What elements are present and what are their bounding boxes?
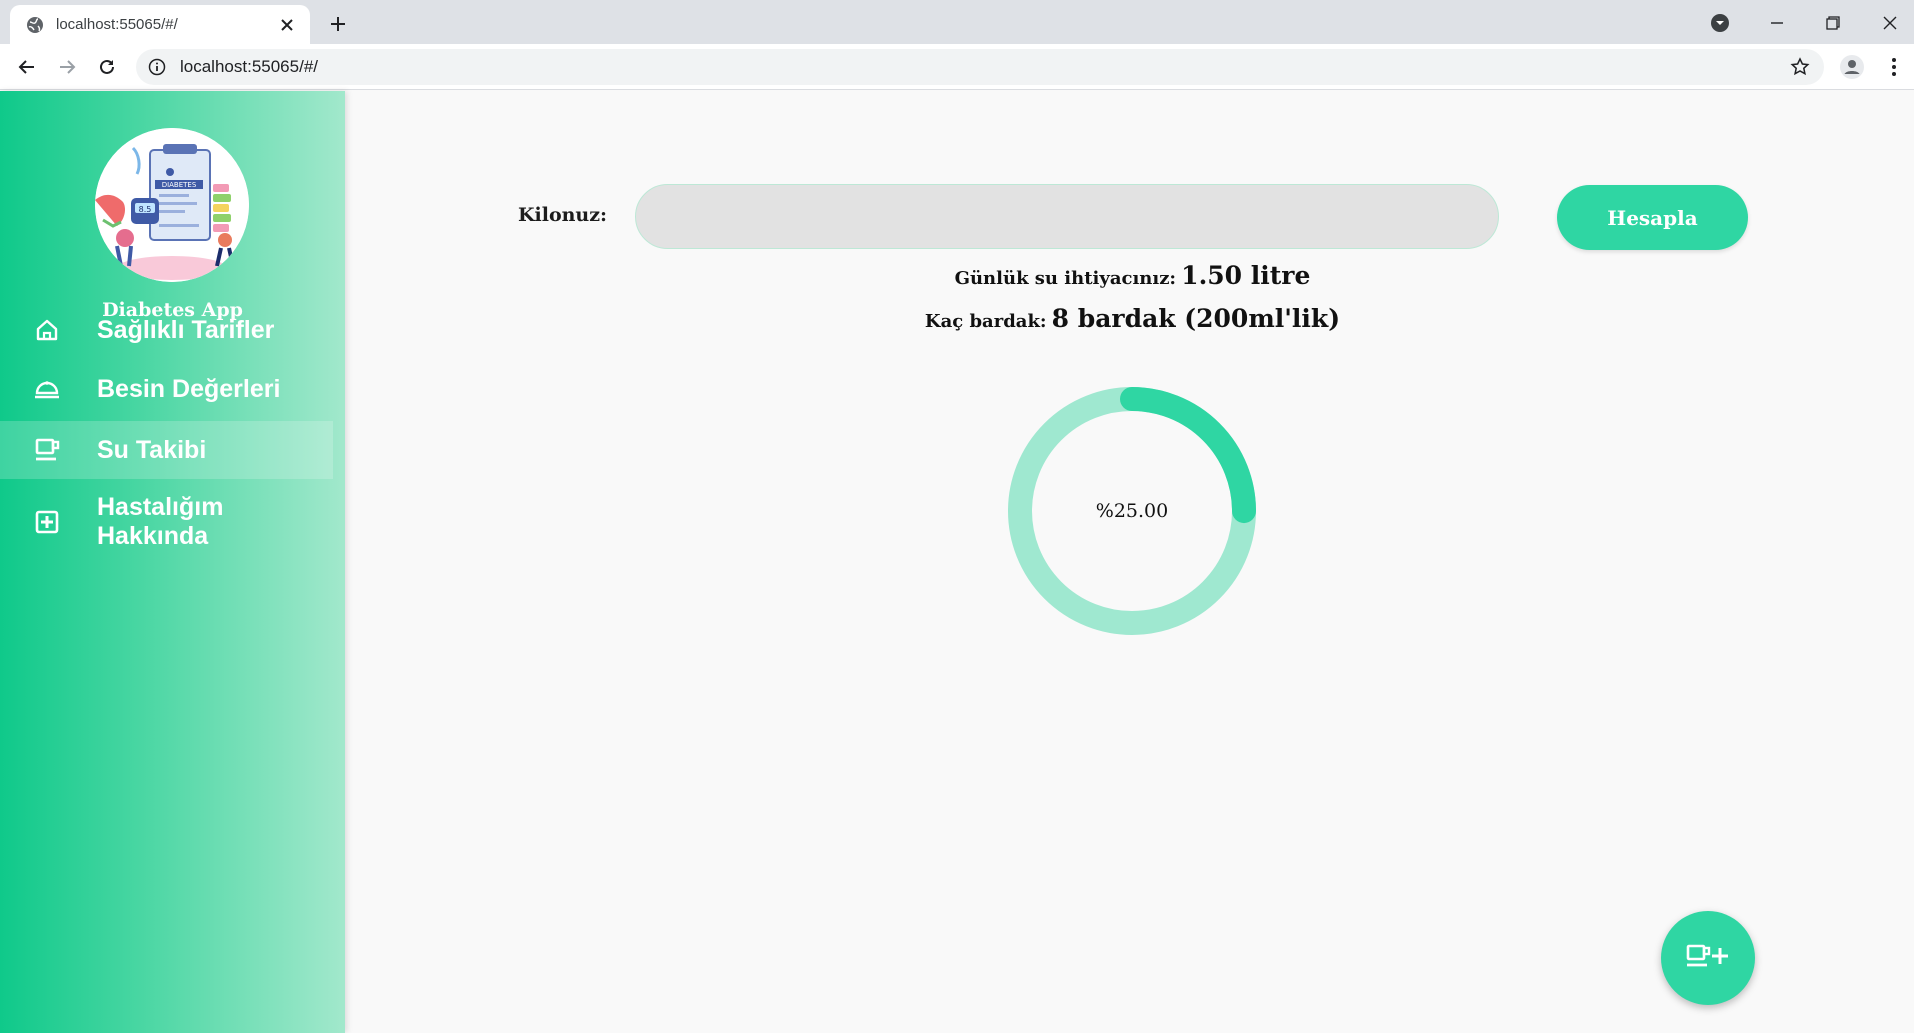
sidebar-item-nutrition-values[interactable]: Besin Değerleri — [0, 360, 333, 418]
back-arrow-icon[interactable] — [13, 53, 41, 81]
info-icon[interactable] — [148, 58, 166, 76]
medical-plus-icon — [34, 509, 60, 535]
more-menu-icon[interactable] — [1880, 53, 1908, 81]
globe-icon — [26, 16, 44, 34]
profile-icon[interactable] — [1838, 53, 1866, 81]
new-tab-icon[interactable] — [326, 12, 350, 36]
reload-icon[interactable] — [93, 53, 121, 81]
window-close-icon[interactable] — [1877, 10, 1903, 36]
svg-text:8.5: 8.5 — [139, 205, 152, 214]
food-tray-icon — [34, 376, 60, 402]
sidebar-item-about-my-disease[interactable]: Hastalığım Hakkında — [0, 482, 333, 562]
sidebar-item-label: Besin Değerleri — [97, 374, 281, 403]
restore-icon[interactable] — [1820, 10, 1846, 36]
progress-percent: %25.00 — [1095, 500, 1169, 522]
daily-water-need: Günlük su ihtiyacınız: 1.50 litre — [345, 261, 1914, 290]
forward-arrow-icon[interactable] — [53, 53, 81, 81]
bookmark-star-icon[interactable] — [1788, 55, 1812, 79]
app-root: DIABETES 8.5 Diabetes App Sağlıklı Tarif… — [0, 91, 1914, 1033]
minimize-icon[interactable] — [1764, 10, 1790, 36]
weight-label: Kilonuz: — [518, 204, 608, 226]
sidebar-item-label: Hastalığım Hakkında — [97, 493, 224, 550]
sidebar-item-healthy-recipes[interactable]: Sağlıklı Tarifler — [0, 301, 333, 359]
daily-water-value: 1.50 litre — [1181, 261, 1311, 290]
sidebar-item-label: Su Takibi — [97, 435, 207, 464]
daily-water-label: Günlük su ihtiyacınız: — [954, 268, 1177, 289]
add-cup-icon — [1686, 942, 1730, 975]
address-bar[interactable]: localhost:55065/#/ — [136, 49, 1824, 85]
sidebar: DIABETES 8.5 Diabetes App Sağlıklı Tarif… — [0, 91, 345, 1033]
cup-icon — [34, 437, 60, 463]
browser-tab-strip: localhost:55065/#/ — [0, 0, 1914, 44]
glasses-label: Kaç bardak: — [924, 311, 1047, 332]
weight-input[interactable] — [635, 184, 1499, 249]
svg-text:DIABETES: DIABETES — [162, 181, 197, 189]
browser-tab[interactable]: localhost:55065/#/ — [10, 5, 310, 44]
add-cup-button[interactable] — [1661, 911, 1755, 1005]
sidebar-item-water-tracking[interactable]: Su Takibi — [0, 421, 333, 479]
main-content: Kilonuz: Hesapla Günlük su ihtiyacınız: … — [345, 91, 1914, 1033]
glasses-value: 8 bardak (200ml'lik) — [1051, 304, 1341, 333]
home-icon — [34, 317, 60, 343]
tab-title: localhost:55065/#/ — [56, 16, 178, 33]
url-text: localhost:55065/#/ — [180, 57, 318, 76]
chevron-down-icon[interactable] — [1707, 10, 1733, 36]
calculate-button[interactable]: Hesapla — [1557, 185, 1748, 250]
browser-toolbar: localhost:55065/#/ — [0, 44, 1914, 90]
water-progress-ring: %25.00 — [1007, 386, 1257, 636]
app-logo: DIABETES 8.5 — [95, 128, 249, 282]
glasses-count: Kaç bardak: 8 bardak (200ml'lik) — [345, 304, 1914, 333]
sidebar-item-label: Sağlıklı Tarifler — [97, 315, 275, 344]
close-icon[interactable] — [276, 14, 298, 36]
